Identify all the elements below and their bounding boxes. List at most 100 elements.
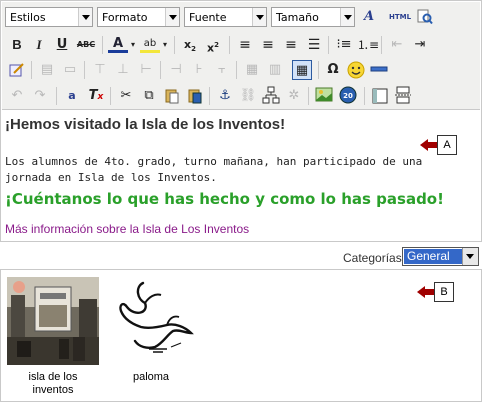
font-combo-label: Fuente — [189, 11, 227, 24]
undo-icon[interactable]: ↶ — [7, 86, 27, 106]
size-combo[interactable]: Tamaño — [271, 7, 355, 27]
insert-column-before-icon[interactable]: ⊣ — [166, 60, 186, 80]
content-link[interactable]: Más información sobre la Isla de Los Inv… — [5, 222, 249, 236]
categories-label: Categorías — [343, 251, 402, 265]
html-source-label: HTML — [389, 13, 412, 21]
gallery-caption: paloma — [132, 371, 170, 383]
redo-icon[interactable]: ↷ — [30, 86, 50, 106]
marker-label: B — [434, 282, 454, 302]
svg-text:20: 20 — [343, 92, 353, 100]
underline-icon[interactable]: U — [52, 35, 72, 55]
align-justify-icon[interactable]: ☰ — [304, 35, 324, 55]
categories-selected-value: General — [404, 249, 462, 264]
font-combo[interactable]: Fuente — [184, 7, 267, 27]
editor-toolbar: Estilos Formato Fuente Tamaño A HTML B I… — [2, 2, 480, 110]
outdent-icon[interactable]: ⇤ — [387, 35, 407, 55]
gallery-thumb-island[interactable] — [7, 277, 99, 365]
split-cells-icon[interactable]: ▦ — [242, 60, 262, 80]
page-break-icon[interactable] — [393, 86, 413, 106]
table-icon[interactable]: ▦ — [292, 60, 312, 80]
chevron-down-icon[interactable]: ▾ — [160, 35, 170, 55]
select-all-icon[interactable]: a — [62, 86, 82, 106]
chevron-down-icon[interactable] — [462, 248, 478, 265]
copy-icon[interactable]: ⧉ — [139, 86, 159, 106]
rich-text-editor: Estilos Formato Fuente Tamaño A HTML B I… — [0, 0, 482, 242]
superscript-icon[interactable]: x2 — [203, 35, 223, 55]
toolbar-separator — [31, 61, 32, 79]
table-cell-icon[interactable]: ▭ — [60, 60, 80, 80]
insert-column-after-icon[interactable]: ⊦ — [189, 60, 209, 80]
find-icon[interactable] — [415, 7, 435, 27]
gallery-thumb-dove[interactable] — [105, 277, 197, 365]
toolbar-separator — [56, 87, 57, 105]
remove-format-icon[interactable]: Tx — [86, 86, 106, 106]
special-char-icon[interactable]: Ω — [323, 60, 343, 80]
callout-marker-b: B — [417, 282, 467, 302]
strikethrough-icon[interactable]: ABC — [76, 35, 96, 55]
align-left-icon[interactable]: ≡ — [235, 35, 255, 55]
styles-combo-label: Estilos — [10, 11, 46, 24]
text-color-icon[interactable]: A — [108, 35, 128, 53]
callout-marker-a: A — [420, 135, 470, 155]
numbered-list-icon[interactable]: ⒈≡ — [357, 35, 379, 55]
cut-icon[interactable]: ✂ — [116, 86, 136, 106]
island-photo — [7, 277, 99, 365]
subscript-icon[interactable]: x2 — [180, 35, 200, 55]
preview-icon[interactable] — [370, 86, 390, 106]
highlight-color-icon[interactable]: ab — [140, 35, 160, 53]
indent-icon[interactable]: ⇥ — [410, 35, 430, 55]
toolbar-separator — [160, 61, 161, 79]
table-row-icon[interactable]: ▤ — [37, 60, 57, 80]
unlink-icon[interactable]: ✲ — [284, 86, 304, 106]
merge-cells-icon[interactable]: ▥ — [265, 60, 285, 80]
content-heading-1: ¡Hemos visitado la Isla de los Inventos! — [5, 116, 286, 133]
emoticon-icon[interactable] — [346, 60, 366, 80]
delete-row-icon[interactable]: ⊢ — [136, 60, 156, 80]
toolbar-separator — [364, 87, 365, 105]
categories-select[interactable]: General — [402, 247, 479, 266]
bold-icon[interactable]: B — [7, 35, 27, 55]
toolbar-separator — [84, 61, 85, 79]
toolbar-separator — [328, 36, 329, 54]
image-icon[interactable] — [314, 86, 334, 106]
flash-icon[interactable]: 20 — [338, 86, 358, 106]
edit-icon[interactable] — [7, 60, 27, 80]
paste-icon[interactable] — [162, 86, 182, 106]
delete-column-icon[interactable]: ⫟ — [212, 60, 232, 80]
toolbar-separator — [318, 61, 319, 79]
insert-row-before-icon[interactable]: ⊤ — [90, 60, 110, 80]
format-combo[interactable]: Formato — [97, 7, 180, 27]
editor-content-area[interactable]: ¡Hemos visitado la Isla de los Inventos!… — [2, 110, 480, 240]
anchor-icon[interactable]: ⚓ — [215, 86, 235, 106]
toolbar-separator — [209, 87, 210, 105]
chevron-down-icon[interactable]: ▾ — [128, 35, 138, 55]
size-combo-label: Tamaño — [276, 11, 319, 24]
chevron-down-icon — [252, 8, 266, 26]
dove-drawing — [105, 277, 197, 365]
text-style-icon[interactable]: A — [359, 7, 379, 27]
image-gallery: B isla de los inventos paloma — [0, 269, 482, 402]
toolbar-separator — [174, 36, 175, 54]
align-right-icon[interactable]: ≡ — [281, 35, 301, 55]
html-source-button[interactable]: HTML — [389, 7, 412, 27]
toolbar-separator — [102, 36, 103, 54]
bullet-list-icon[interactable]: ⁝≡ — [334, 35, 354, 55]
content-heading-2: ¡Cuéntanos lo que has hecho y como lo ha… — [5, 190, 444, 208]
toolbar-separator — [110, 87, 111, 105]
toolbar-separator — [229, 36, 230, 54]
paste-word-icon[interactable] — [185, 86, 205, 106]
sitemap-icon[interactable] — [261, 86, 281, 106]
gallery-caption: isla de los inventos — [28, 371, 78, 396]
italic-icon[interactable]: I — [29, 35, 49, 55]
horizontal-rule-icon[interactable] — [369, 60, 389, 80]
toolbar-separator — [381, 36, 382, 54]
styles-combo[interactable]: Estilos — [5, 7, 93, 27]
link-icon[interactable]: ⛓ — [238, 86, 258, 106]
marker-label: A — [437, 135, 457, 155]
align-center-icon[interactable]: ≡ — [258, 35, 278, 55]
content-paragraph: Los alumnos de 4to. grado, turno mañana,… — [5, 155, 423, 184]
chevron-down-icon — [340, 8, 354, 26]
insert-row-after-icon[interactable]: ⊥ — [113, 60, 133, 80]
chevron-down-icon — [78, 8, 92, 26]
format-combo-label: Formato — [102, 11, 148, 24]
